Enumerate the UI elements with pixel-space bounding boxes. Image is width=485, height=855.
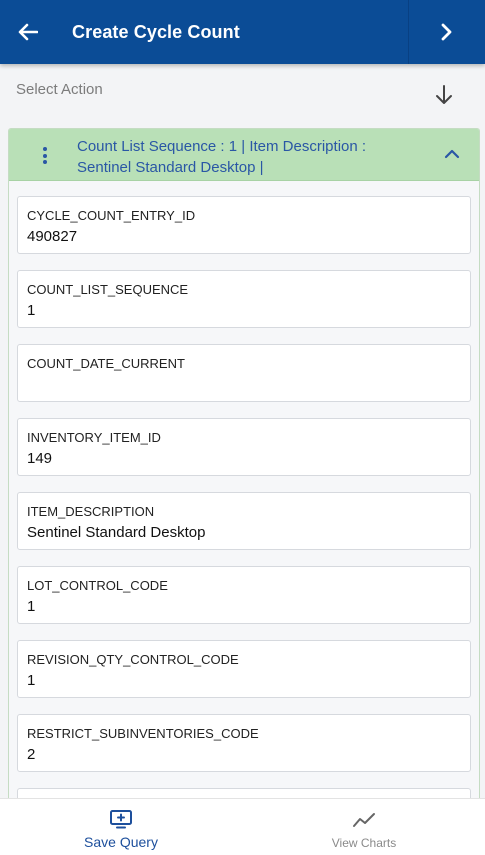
- record-panel-header[interactable]: Count List Sequence : 1 | Item Descripti…: [9, 129, 479, 181]
- field-inventory-item-id[interactable]: INVENTORY_ITEM_ID 149: [17, 418, 471, 476]
- bottom-nav: Save Query View Charts: [0, 798, 485, 855]
- field-label: COUNT_LIST_SEQUENCE: [27, 282, 189, 297]
- field-label: INVENTORY_ITEM_ID: [27, 430, 161, 445]
- arrow-left-icon: [18, 23, 38, 41]
- app-header: Create Cycle Count: [0, 0, 485, 64]
- chevron-right-icon: [441, 23, 452, 41]
- field-value: Sentinel Standard Desktop: [27, 524, 206, 541]
- back-button[interactable]: [12, 16, 44, 48]
- select-action-bar[interactable]: Select Action: [0, 64, 485, 116]
- field-value: 1: [27, 672, 36, 689]
- field-lot-control-code[interactable]: LOT_CONTROL_CODE 1: [17, 566, 471, 624]
- field-label: ITEM_DESCRIPTION: [27, 504, 155, 519]
- select-action-label: Select Action: [16, 81, 103, 98]
- field-value: 2: [27, 746, 36, 763]
- record-panel-title: Count List Sequence : 1 | Item Descripti…: [77, 136, 407, 178]
- field-restrict-subinventories-code[interactable]: RESTRICT_SUBINVENTORIES_CODE 2: [17, 714, 471, 772]
- field-label: RESTRICT_SUBINVENTORIES_CODE: [27, 726, 259, 741]
- field-label: CYCLE_COUNT_ENTRY_ID: [27, 208, 196, 223]
- save-query-label: Save Query: [84, 834, 158, 850]
- field-count-list-sequence[interactable]: COUNT_LIST_SEQUENCE 1: [17, 270, 471, 328]
- record-panel: Count List Sequence : 1 | Item Descripti…: [8, 128, 480, 808]
- kebab-menu-icon[interactable]: [39, 147, 51, 167]
- arrow-down-icon[interactable]: [433, 84, 455, 106]
- field-value: 1: [27, 598, 36, 615]
- field-value: 1: [27, 302, 36, 319]
- field-label: COUNT_DATE_CURRENT: [27, 356, 185, 371]
- record-panel-title-line1: Count List Sequence : 1 | Item Descripti…: [77, 138, 367, 155]
- field-count-date-current[interactable]: COUNT_DATE_CURRENT: [17, 344, 471, 402]
- field-item-description[interactable]: ITEM_DESCRIPTION Sentinel Standard Deskt…: [17, 492, 471, 550]
- view-charts-button[interactable]: View Charts: [243, 799, 485, 855]
- next-button[interactable]: [408, 0, 485, 64]
- line-chart-icon: [353, 813, 375, 827]
- field-cycle-count-entry-id[interactable]: CYCLE_COUNT_ENTRY_ID 490827: [17, 196, 471, 254]
- page-title: Create Cycle Count: [72, 22, 240, 42]
- chevron-up-icon[interactable]: [443, 147, 461, 161]
- field-value: 149: [27, 450, 53, 467]
- field-revision-qty-control-code[interactable]: REVISION_QTY_CONTROL_CODE 1: [17, 640, 471, 698]
- monitor-plus-icon: [110, 810, 132, 829]
- record-panel-title-line2: Sentinel Standard Desktop |: [77, 159, 264, 176]
- save-query-button[interactable]: Save Query: [0, 799, 242, 855]
- view-charts-label: View Charts: [331, 836, 397, 850]
- field-value: 490827: [27, 228, 78, 245]
- field-label: REVISION_QTY_CONTROL_CODE: [27, 652, 239, 667]
- field-label: LOT_CONTROL_CODE: [27, 578, 168, 593]
